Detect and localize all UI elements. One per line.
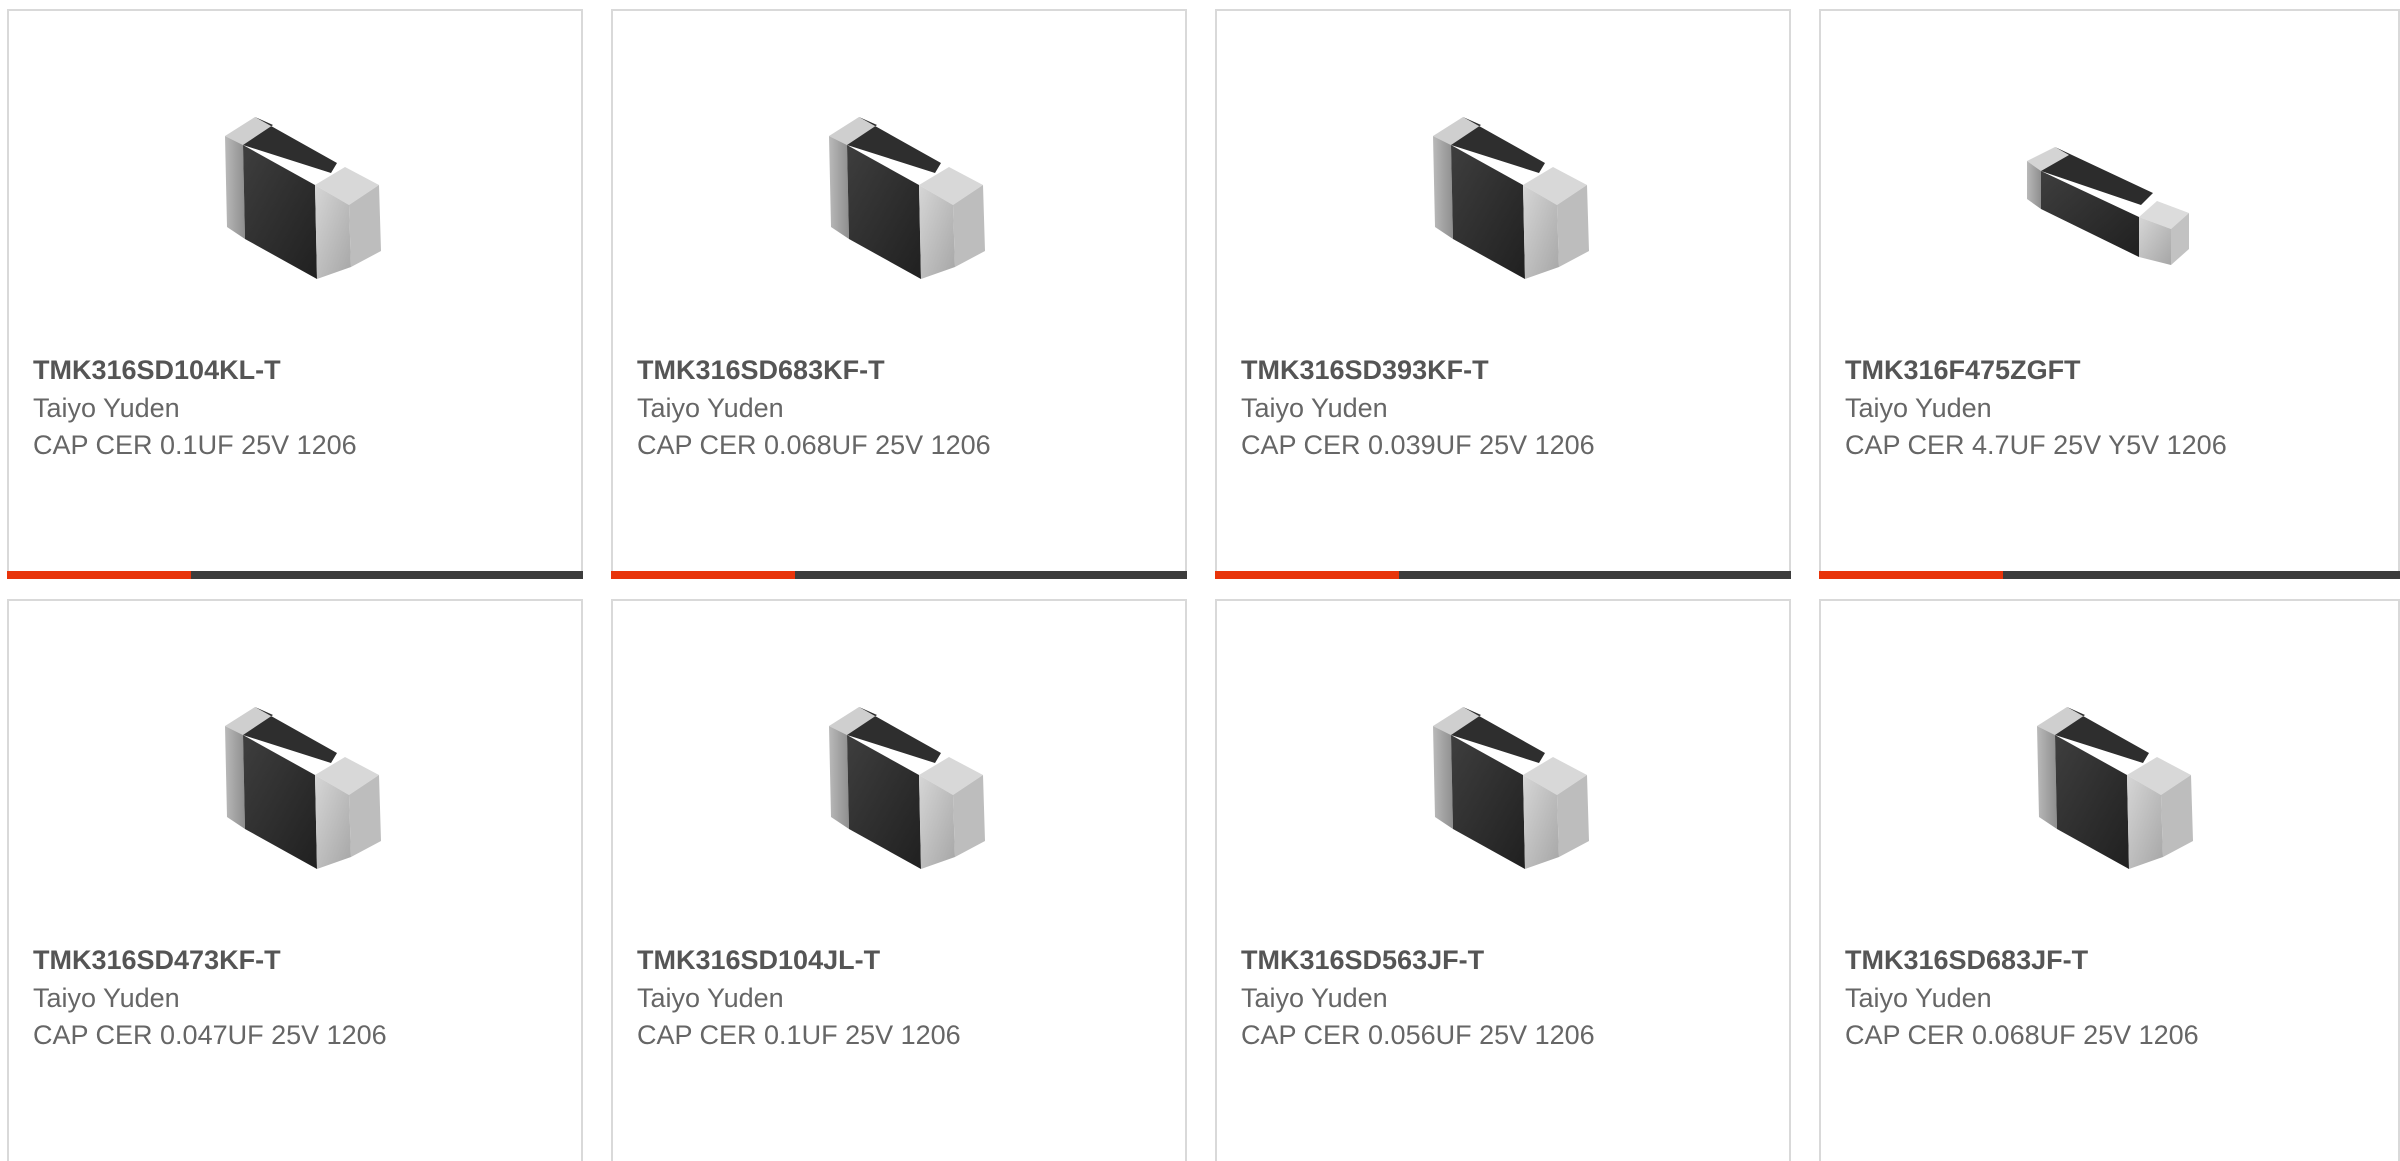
manufacturer: Taiyo Yuden	[33, 983, 180, 1013]
product-description: CAP CER 0.039UF 25V 1206	[1241, 430, 1595, 460]
product-card[interactable]: TMK316SD473KF-T Taiyo Yuden CAP CER 0.04…	[7, 599, 583, 1161]
product-card[interactable]: TMK316SD683JF-T Taiyo Yuden CAP CER 0.06…	[1819, 599, 2400, 1161]
manufacturer: Taiyo Yuden	[1845, 393, 1992, 423]
card-bottom-bar	[1819, 571, 2400, 579]
product-card[interactable]: TMK316SD104JL-T Taiyo Yuden CAP CER 0.1U…	[611, 599, 1187, 1161]
capacitor-chip-image[interactable]	[1403, 671, 1603, 871]
card-accent-bar	[611, 571, 795, 579]
product-grid: TMK316SD104KL-T Taiyo Yuden CAP CER 0.1U…	[0, 0, 2400, 1161]
capacitor-chip-image[interactable]	[195, 671, 395, 871]
product-card[interactable]: TMK316F475ZGFT Taiyo Yuden CAP CER 4.7UF…	[1819, 9, 2400, 579]
manufacturer: Taiyo Yuden	[1845, 983, 1992, 1013]
product-card[interactable]: TMK316SD683KF-T Taiyo Yuden CAP CER 0.06…	[611, 9, 1187, 579]
part-number[interactable]: TMK316SD393KF-T	[1241, 355, 1489, 386]
card-accent-bar	[1819, 571, 2003, 579]
part-number[interactable]: TMK316F475ZGFT	[1845, 355, 2081, 386]
capacitor-chip-image[interactable]	[799, 81, 999, 281]
product-description: CAP CER 0.1UF 25V 1206	[33, 430, 357, 460]
manufacturer: Taiyo Yuden	[637, 983, 784, 1013]
product-description: CAP CER 0.047UF 25V 1206	[33, 1020, 387, 1050]
manufacturer: Taiyo Yuden	[1241, 393, 1388, 423]
product-description: CAP CER 0.068UF 25V 1206	[637, 430, 991, 460]
product-card[interactable]: TMK316SD563JF-T Taiyo Yuden CAP CER 0.05…	[1215, 599, 1791, 1161]
part-number[interactable]: TMK316SD683JF-T	[1845, 945, 2088, 976]
card-bottom-bar	[1215, 571, 1791, 579]
part-number[interactable]: TMK316SD104KL-T	[33, 355, 281, 386]
capacitor-chip-image[interactable]	[1403, 81, 1603, 281]
capacitor-chip-image[interactable]	[2007, 671, 2207, 871]
part-number[interactable]: TMK316SD683KF-T	[637, 355, 885, 386]
capacitor-chip-image[interactable]	[799, 671, 999, 871]
part-number[interactable]: TMK316SD473KF-T	[33, 945, 281, 976]
card-bottom-bar	[7, 571, 583, 579]
manufacturer: Taiyo Yuden	[1241, 983, 1388, 1013]
card-accent-bar	[1215, 571, 1399, 579]
card-bottom-bar	[611, 571, 1187, 579]
product-card[interactable]: TMK316SD104KL-T Taiyo Yuden CAP CER 0.1U…	[7, 9, 583, 579]
manufacturer: Taiyo Yuden	[33, 393, 180, 423]
manufacturer: Taiyo Yuden	[637, 393, 784, 423]
part-number[interactable]: TMK316SD563JF-T	[1241, 945, 1484, 976]
part-number[interactable]: TMK316SD104JL-T	[637, 945, 880, 976]
product-description: CAP CER 0.068UF 25V 1206	[1845, 1020, 2199, 1050]
product-description: CAP CER 4.7UF 25V Y5V 1206	[1845, 430, 2227, 460]
capacitor-chip-image[interactable]	[195, 81, 395, 281]
capacitor-chip-flat-image[interactable]	[2007, 81, 2207, 281]
card-accent-bar	[7, 571, 191, 579]
product-card[interactable]: TMK316SD393KF-T Taiyo Yuden CAP CER 0.03…	[1215, 9, 1791, 579]
product-description: CAP CER 0.056UF 25V 1206	[1241, 1020, 1595, 1050]
product-description: CAP CER 0.1UF 25V 1206	[637, 1020, 961, 1050]
